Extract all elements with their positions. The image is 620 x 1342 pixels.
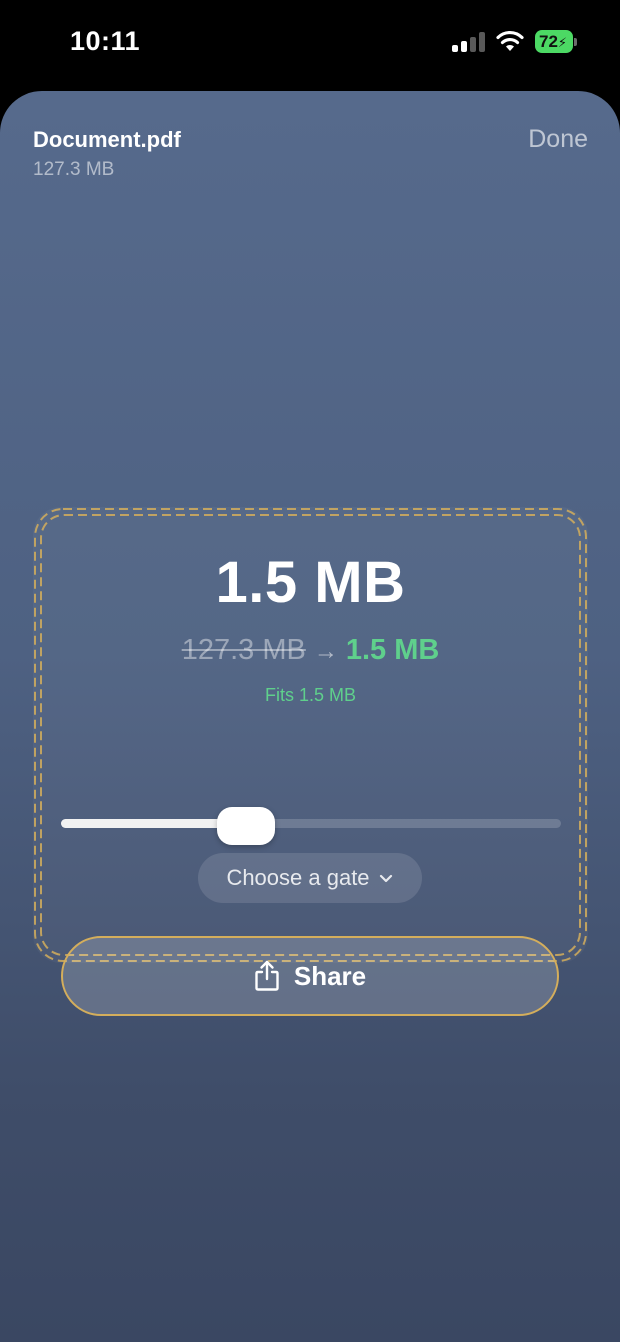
status-bar: 10:11 72⚡ bbox=[0, 0, 620, 90]
slider-thumb[interactable] bbox=[217, 807, 275, 845]
done-button[interactable]: Done bbox=[528, 125, 588, 154]
compress-sheet: Document.pdf 127.3 MB Done 1.5 MB 127.3 … bbox=[0, 91, 620, 1342]
share-label: Share bbox=[293, 960, 367, 991]
signal-icon bbox=[452, 32, 486, 52]
size-slider[interactable] bbox=[61, 807, 561, 845]
wifi-icon bbox=[496, 30, 524, 51]
choose-gate-dropdown[interactable]: Choose a gate bbox=[198, 853, 422, 903]
document-size: 127.3 MB bbox=[33, 159, 115, 180]
chevron-down-icon bbox=[379, 874, 392, 883]
share-button[interactable]: Share bbox=[61, 936, 559, 1016]
size-comparison: 127.3 MB → 1.5 MB bbox=[33, 634, 588, 667]
document-title: Document.pdf bbox=[33, 127, 181, 152]
gate-select-label: Choose a gate bbox=[226, 865, 370, 890]
share-icon bbox=[255, 960, 279, 991]
original-size: 127.3 MB bbox=[181, 634, 306, 666]
compression-card: 1.5 MB 127.3 MB → 1.5 MB Fits 1.5 MB Choos… bbox=[33, 507, 588, 1016]
battery-level: 72 bbox=[539, 32, 558, 51]
battery-icon: 72⚡ bbox=[535, 30, 577, 53]
result-size: 1.5 MB bbox=[345, 634, 440, 666]
status-time: 10:11 bbox=[70, 26, 141, 56]
target-size: 1.5 MB bbox=[215, 550, 406, 615]
arrow-right-icon: → bbox=[313, 638, 338, 665]
fits-label: Fits 1.5 MB bbox=[264, 685, 357, 705]
